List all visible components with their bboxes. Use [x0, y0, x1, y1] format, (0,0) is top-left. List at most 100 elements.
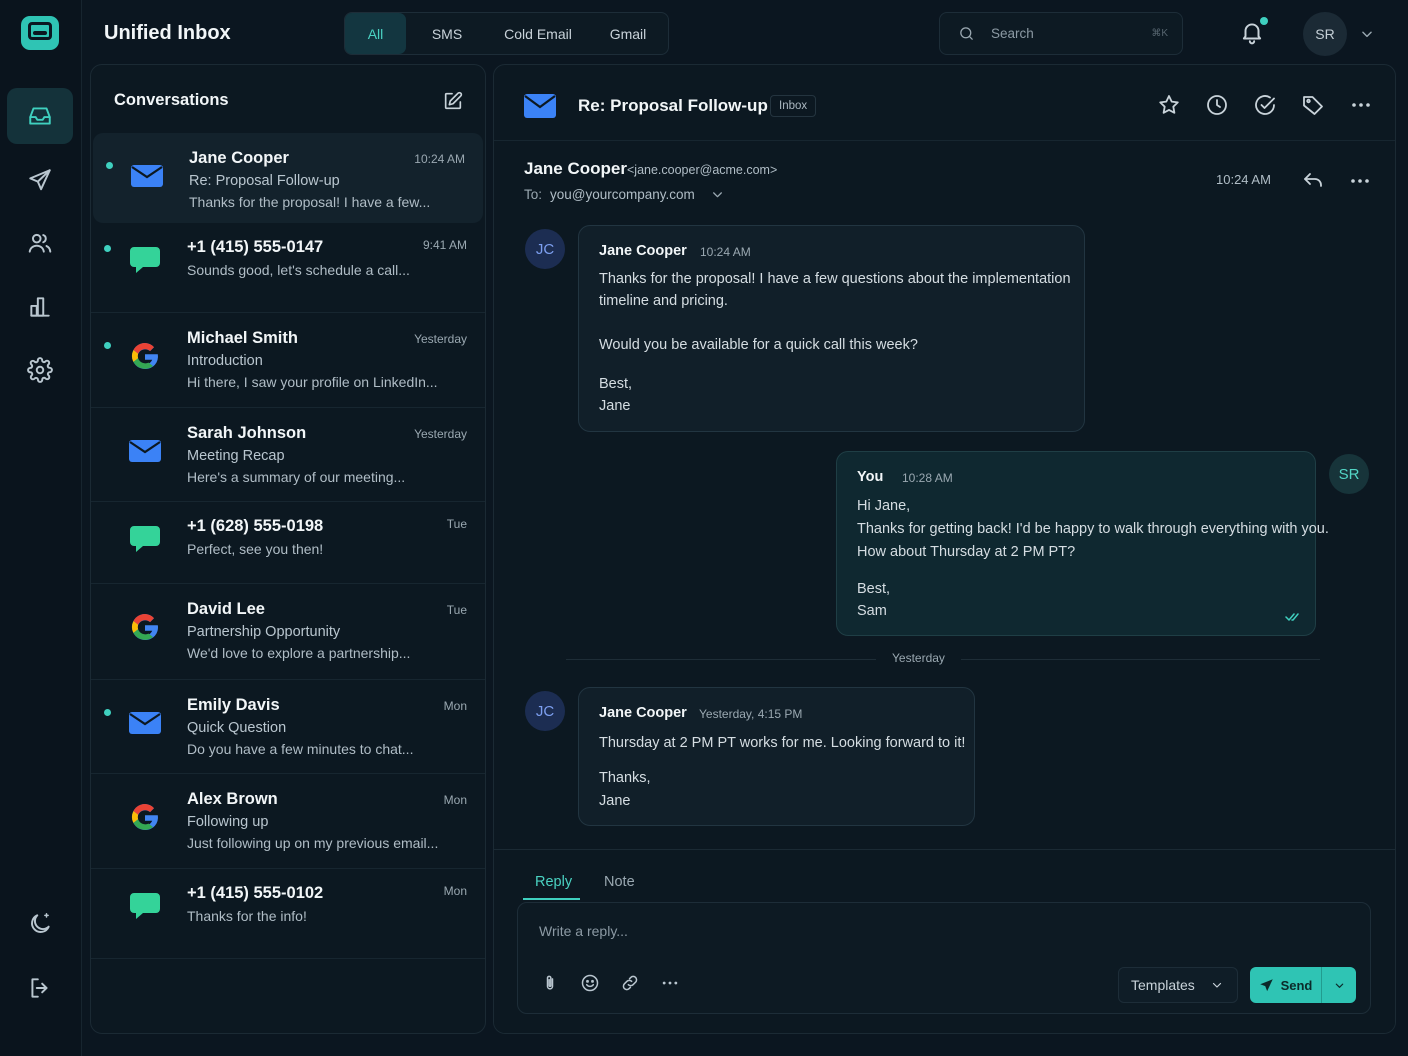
user-avatar[interactable]: SR: [1303, 12, 1347, 56]
conversation-preview: Sounds good, let's schedule a call...: [187, 262, 410, 278]
nav-send[interactable]: [7, 152, 73, 208]
message-bubble: Jane Cooper Yesterday, 4:15 PM Thursday …: [578, 687, 975, 826]
to-label: To:: [524, 187, 543, 202]
conversation-subject: Quick Question: [187, 720, 287, 736]
conversation-item[interactable]: Emily Davis Quick Question Do you have a f…: [91, 680, 485, 774]
message-line: timeline and pricing.: [599, 293, 728, 309]
tab-gmail[interactable]: Gmail: [588, 13, 668, 54]
nav-analytics[interactable]: [7, 279, 73, 335]
tab-all[interactable]: All: [345, 13, 406, 54]
thread-header: Re: Proposal Follow-up Inbox: [494, 65, 1395, 141]
recipient-row[interactable]: To: you@yourcompany.com: [524, 187, 724, 202]
conversation-preview: Thanks for the info!: [187, 908, 307, 924]
message-more-button[interactable]: [1348, 169, 1372, 193]
message-line: How about Thursday at 2 PM PT?: [857, 544, 1076, 560]
message-time: 10:28 AM: [902, 471, 953, 485]
unread-dot: [104, 709, 111, 716]
templates-dropdown[interactable]: Templates: [1118, 967, 1238, 1003]
search-input[interactable]: Search ⌘K: [939, 12, 1183, 55]
avatar: JC: [525, 691, 565, 731]
tab-cold-email[interactable]: Cold Email: [488, 13, 588, 54]
message-line: Sam: [857, 603, 887, 619]
link-button[interactable]: [620, 973, 640, 993]
conversation-time: Mon: [443, 699, 467, 713]
chevron-down-icon: [1212, 982, 1222, 988]
send-button-group: Send: [1250, 967, 1356, 1003]
conversation-name: Alex Brown: [187, 790, 278, 808]
attach-button[interactable]: [540, 973, 560, 993]
analytics-icon: [30, 297, 50, 317]
snooze-button[interactable]: [1205, 93, 1229, 117]
conversation-preview: Do you have a few minutes to chat...: [187, 741, 414, 757]
send-button[interactable]: Send: [1250, 967, 1322, 1003]
conversations-heading: Conversations: [114, 91, 229, 109]
message-line: Thanks for getting back! I'd be happy to…: [857, 521, 1329, 537]
conversation-item[interactable]: +1 (415) 555-0102 Thanks for the info! Mon: [91, 869, 485, 959]
message-line: Jane: [599, 793, 631, 809]
conversation-time: Mon: [443, 793, 467, 807]
reply-input[interactable]: Write a reply... Templates Send: [517, 902, 1371, 1014]
conversation-list: Jane Cooper Re: Proposal Follow-up Thanks …: [91, 133, 485, 959]
message-line: Best,: [857, 581, 891, 597]
moon-icon: [31, 912, 50, 933]
nav-contacts[interactable]: [7, 215, 73, 271]
notifications-button[interactable]: [1239, 17, 1268, 45]
label-button[interactable]: [1301, 93, 1325, 117]
emoji-button[interactable]: [580, 973, 600, 993]
conversation-time: Mon: [443, 884, 467, 898]
link-icon: [622, 975, 638, 991]
tab-note[interactable]: Note: [604, 874, 635, 890]
conversation-item[interactable]: +1 (415) 555-0147 Sounds good, let's sche…: [91, 223, 485, 313]
mark-done-button[interactable]: [1253, 93, 1277, 117]
more-tools-button[interactable]: [660, 973, 680, 993]
sms-icon: [126, 520, 164, 558]
tag-icon: [1303, 96, 1323, 115]
folder-badge: Inbox: [770, 95, 817, 117]
page-title: Unified Inbox: [104, 22, 231, 44]
conversation-item[interactable]: Michael Smith Introduction Hi there, I saw…: [91, 313, 485, 408]
conversation-item[interactable]: David Lee Partnership Opportunity We'd lov…: [91, 584, 485, 680]
more-actions-button[interactable]: [1349, 93, 1373, 117]
thread-time: 10:24 AM: [1216, 172, 1271, 187]
conversation-time: Yesterday: [414, 332, 467, 346]
conversation-item[interactable]: Jane Cooper Re: Proposal Follow-up Thanks …: [93, 133, 483, 223]
conversation-subject: Following up: [187, 814, 269, 830]
conversation-name: Emily Davis: [187, 696, 280, 714]
message-bubble: Jane Cooper 10:24 AM Thanks for the prop…: [578, 225, 1085, 432]
gmail-icon: [126, 608, 164, 646]
send-options-button[interactable]: [1322, 967, 1356, 1003]
conversation-name: +1 (628) 555-0198: [187, 517, 324, 535]
message-line: Would you be available for a quick call …: [599, 337, 918, 353]
conversation-time: 9:41 AM: [422, 238, 467, 252]
conversation-item[interactable]: Sarah Johnson Meeting Recap Here's a summa…: [91, 408, 485, 502]
tab-reply[interactable]: Reply: [535, 874, 572, 890]
reply-button[interactable]: [1301, 168, 1325, 192]
compose-button[interactable]: [442, 90, 464, 112]
reply-placeholder: Write a reply...: [539, 923, 628, 939]
gmail-icon: [126, 337, 164, 375]
tab-sms[interactable]: SMS: [406, 13, 488, 54]
user-menu-toggle[interactable]: [1360, 27, 1374, 41]
reply-icon: [1304, 173, 1322, 187]
notification-dot: [1260, 17, 1268, 25]
conversation-item[interactable]: +1 (628) 555-0198 Perfect, see you then! T…: [91, 502, 485, 584]
nav-settings[interactable]: [7, 342, 73, 398]
sender-email: <jane.cooper@acme.com>: [627, 163, 778, 177]
conversation-item[interactable]: Alex Brown Following up Just following up …: [91, 774, 485, 869]
app-logo[interactable]: [21, 16, 59, 50]
logout-icon: [31, 978, 48, 998]
email-icon: [128, 157, 166, 195]
theme-toggle[interactable]: [7, 896, 73, 952]
conversation-preview: Hi there, I saw your profile on LinkedIn…: [187, 374, 438, 390]
unread-dot: [106, 162, 113, 169]
message-bubble-outgoing: You 10:28 AM Hi Jane, Thanks for getting…: [836, 451, 1329, 636]
logout-button[interactable]: [7, 960, 73, 1016]
conversation-subject: Partnership Opportunity: [187, 624, 341, 640]
nav-inbox[interactable]: [7, 88, 73, 144]
inbox-icon: [29, 107, 51, 125]
star-button[interactable]: [1157, 93, 1181, 117]
message-time: Yesterday, 4:15 PM: [699, 707, 803, 721]
conversation-time: Yesterday: [414, 427, 467, 441]
conversation-subject: Re: Proposal Follow-up: [189, 173, 340, 189]
chevron-down-icon: [1335, 983, 1343, 988]
